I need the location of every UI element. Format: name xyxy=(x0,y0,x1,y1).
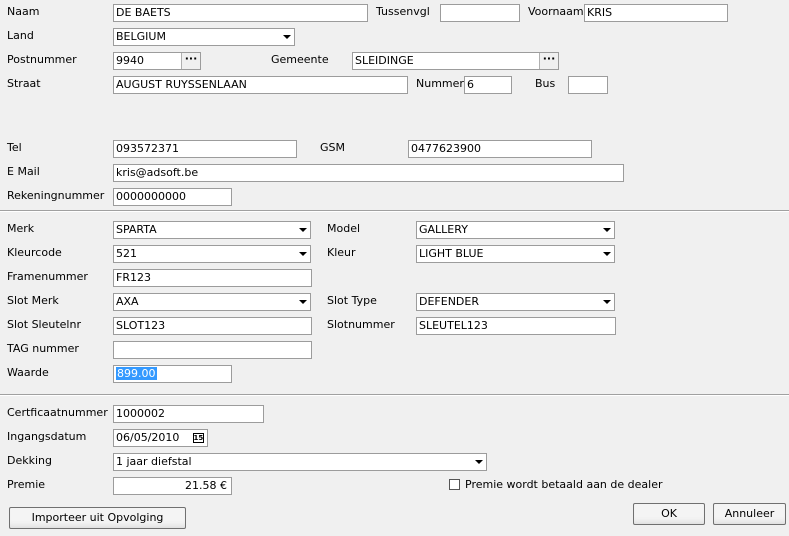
tel-label: Tel xyxy=(7,141,22,154)
slot-merk-label: Slot Merk xyxy=(7,294,59,307)
section-divider xyxy=(0,210,789,212)
certificaatnummer-label: Certficaatnummer xyxy=(7,406,108,419)
nummer-field[interactable]: 6 xyxy=(464,76,512,94)
waarde-label: Waarde xyxy=(7,366,49,379)
slot-sleutelnr-label: Slot Sleutelnr xyxy=(7,318,81,331)
chevron-down-icon[interactable] xyxy=(294,222,310,238)
email-field[interactable]: kris@adsoft.be xyxy=(113,164,624,182)
chevron-down-icon[interactable] xyxy=(598,222,614,238)
rekeningnummer-field[interactable]: 0000000000 xyxy=(113,188,232,206)
ingangsdatum-field[interactable]: 06/05/2010 15 xyxy=(113,429,208,447)
ingangsdatum-label: Ingangsdatum xyxy=(7,430,87,443)
waarde-field[interactable]: 899.00 xyxy=(113,365,232,383)
slot-type-value: DEFENDER xyxy=(419,295,479,308)
postnummer-field[interactable]: 9940 ··· xyxy=(113,52,201,70)
premie-field[interactable]: 21.58 € xyxy=(113,477,232,495)
chevron-down-icon[interactable] xyxy=(598,246,614,262)
merk-label: Merk xyxy=(7,222,35,235)
merk-select[interactable]: SPARTA xyxy=(113,221,311,239)
chevron-down-icon[interactable] xyxy=(598,294,614,310)
chevron-down-icon[interactable] xyxy=(294,246,310,262)
calendar-icon[interactable]: 15 xyxy=(189,430,207,446)
straat-field[interactable]: AUGUST RUYSSENLAAN xyxy=(113,76,408,94)
kleur-value: LIGHT BLUE xyxy=(419,247,484,260)
bus-field[interactable] xyxy=(568,76,608,94)
tussenvgl-field[interactable] xyxy=(440,4,520,22)
kleurcode-select[interactable]: 521 xyxy=(113,245,311,263)
gemeente-value: SLEIDINGE xyxy=(355,54,414,67)
cancel-button[interactable]: Annuleer xyxy=(713,503,786,525)
ingangsdatum-value: 06/05/2010 xyxy=(116,431,180,444)
voornaam-field[interactable]: KRIS xyxy=(584,4,728,22)
gsm-label: GSM xyxy=(320,141,345,154)
dekking-value: 1 jaar diefstal xyxy=(116,455,192,468)
kleur-select[interactable]: LIGHT BLUE xyxy=(416,245,615,263)
certificaatnummer-field[interactable]: 1000002 xyxy=(113,405,264,423)
chevron-down-icon[interactable] xyxy=(278,29,294,45)
chevron-down-icon[interactable] xyxy=(294,294,310,310)
slotnummer-label: Slotnummer xyxy=(327,318,395,331)
land-value: BELGIUM xyxy=(116,30,166,43)
model-label: Model xyxy=(327,222,361,235)
rekeningnummer-label: Rekeningnummer xyxy=(7,189,105,202)
section-divider xyxy=(0,394,789,396)
tel-field[interactable]: 093572371 xyxy=(113,140,297,158)
slot-sleutelnr-field[interactable]: SLOT123 xyxy=(113,317,312,335)
land-label: Land xyxy=(7,29,34,42)
kleur-label: Kleur xyxy=(327,246,356,259)
naam-field[interactable]: DE BAETS xyxy=(113,4,368,22)
land-select[interactable]: BELGIUM xyxy=(113,28,295,46)
gsm-field[interactable]: 0477623900 xyxy=(408,140,592,158)
kleurcode-label: Kleurcode xyxy=(7,246,62,259)
premie-label: Premie xyxy=(7,478,46,491)
bus-label: Bus xyxy=(535,77,556,90)
slot-merk-select[interactable]: AXA xyxy=(113,293,311,311)
dealer-checkbox[interactable] xyxy=(449,479,460,490)
naam-label: Naam xyxy=(7,5,40,18)
tag-nummer-label: TAG nummer xyxy=(7,342,79,355)
slot-type-label: Slot Type xyxy=(327,294,377,307)
calendar-icon-glyph: 15 xyxy=(192,433,204,443)
ellipsis-icon[interactable]: ··· xyxy=(539,53,558,69)
slot-type-select[interactable]: DEFENDER xyxy=(416,293,615,311)
dekking-label: Dekking xyxy=(7,454,52,467)
ok-button[interactable]: OK xyxy=(633,503,705,525)
import-button[interactable]: Importeer uit Opvolging xyxy=(9,507,186,529)
merk-value: SPARTA xyxy=(116,223,157,236)
dealer-checkbox-label: Premie wordt betaald aan de dealer xyxy=(465,478,663,491)
ellipsis-icon[interactable]: ··· xyxy=(181,53,200,69)
postnummer-label: Postnummer xyxy=(7,53,77,66)
dekking-select[interactable]: 1 jaar diefstal xyxy=(113,453,487,471)
nummer-label: Nummer xyxy=(416,77,464,90)
tag-nummer-field[interactable] xyxy=(113,341,312,359)
chevron-down-icon[interactable] xyxy=(470,454,486,470)
kleurcode-value: 521 xyxy=(116,247,137,260)
voornaam-label: Voornaam xyxy=(528,5,584,18)
model-select[interactable]: GALLERY xyxy=(416,221,615,239)
gemeente-label: Gemeente xyxy=(271,53,329,66)
straat-label: Straat xyxy=(7,77,41,90)
waarde-value: 899.00 xyxy=(116,367,157,380)
postnummer-value: 9940 xyxy=(116,54,144,67)
email-label: E Mail xyxy=(7,165,40,178)
model-value: GALLERY xyxy=(419,223,468,236)
tussenvgl-label: Tussenvgl xyxy=(376,5,430,18)
framenummer-field[interactable]: FR123 xyxy=(113,269,312,287)
slotnummer-field[interactable]: SLEUTEL123 xyxy=(416,317,616,335)
gemeente-field[interactable]: SLEIDINGE ··· xyxy=(352,52,559,70)
framenummer-label: Framenummer xyxy=(7,270,88,283)
slot-merk-value: AXA xyxy=(116,295,139,308)
